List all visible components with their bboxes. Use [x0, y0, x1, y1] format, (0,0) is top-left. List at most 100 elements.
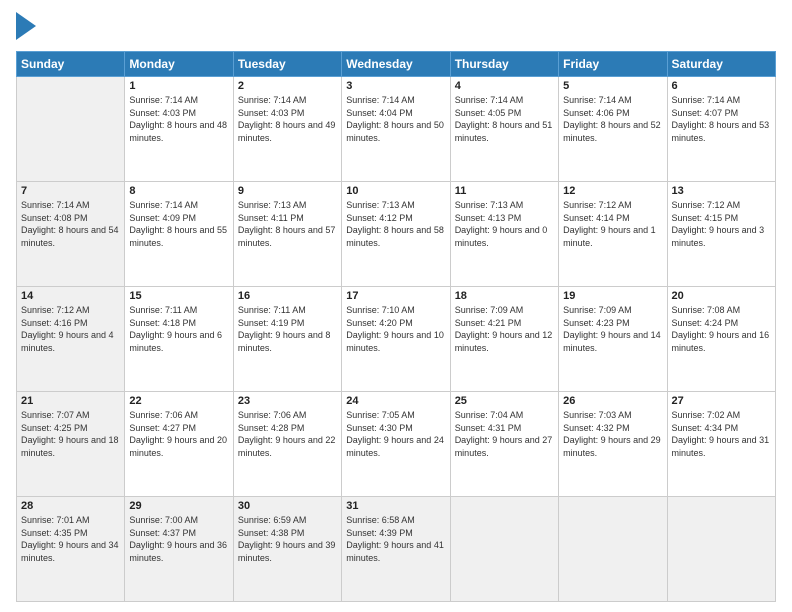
day-number: 24 — [346, 395, 445, 407]
day-info: Sunrise: 7:06 AMSunset: 4:27 PMDaylight:… — [129, 409, 228, 459]
weekday-header-row: SundayMondayTuesdayWednesdayThursdayFrid… — [17, 52, 776, 77]
calendar-cell: 23Sunrise: 7:06 AMSunset: 4:28 PMDayligh… — [233, 392, 341, 497]
day-number: 18 — [455, 290, 554, 302]
day-info: Sunrise: 7:07 AMSunset: 4:25 PMDaylight:… — [21, 409, 120, 459]
calendar-week-2: 14 Sunrise: 7:12 AMSunset: 4:16 PMDayligh… — [17, 287, 776, 392]
calendar-cell: 31Sunrise: 6:58 AMSunset: 4:39 PMDayligh… — [342, 497, 450, 602]
calendar-cell: 3Sunrise: 7:14 AMSunset: 4:04 PMDaylight… — [342, 77, 450, 182]
calendar-cell: 14 Sunrise: 7:12 AMSunset: 4:16 PMDayligh… — [17, 287, 125, 392]
page: SundayMondayTuesdayWednesdayThursdayFrid… — [0, 0, 792, 612]
day-info: Sunrise: 7:13 AMSunset: 4:11 PMDaylight:… — [238, 199, 337, 249]
day-info: Sunrise: 7:14 AMSunset: 4:04 PMDaylight:… — [346, 94, 445, 144]
weekday-header-tuesday: Tuesday — [233, 52, 341, 77]
day-info: Sunrise: 6:58 AMSunset: 4:39 PMDaylight:… — [346, 514, 445, 564]
calendar-week-4: 28 Sunrise: 7:01 AMSunset: 4:35 PMDayligh… — [17, 497, 776, 602]
calendar-cell: 4Sunrise: 7:14 AMSunset: 4:05 PMDaylight… — [450, 77, 558, 182]
calendar-cell — [667, 497, 775, 602]
day-info: Sunrise: 7:06 AMSunset: 4:28 PMDaylight:… — [238, 409, 337, 459]
day-number: 27 — [672, 395, 771, 407]
calendar-week-0: 1 Sunrise: 7:14 AMSunset: 4:03 PMDaylight… — [17, 77, 776, 182]
day-number: 12 — [563, 185, 662, 197]
calendar-cell: 30 Sunrise: 6:59 AMSunset: 4:38 PMDayligh… — [233, 497, 341, 602]
day-number: 13 — [672, 185, 771, 197]
day-info: Sunrise: 7:14 AMSunset: 4:05 PMDaylight:… — [455, 94, 554, 144]
day-number: 5 — [563, 80, 662, 92]
calendar-cell: 18 Sunrise: 7:09 AMSunset: 4:21 PMDayligh… — [450, 287, 558, 392]
day-number: 26 — [563, 395, 662, 407]
calendar-cell: 29 Sunrise: 7:00 AMSunset: 4:37 PMDayligh… — [125, 497, 233, 602]
calendar-cell: 10 Sunrise: 7:13 AMSunset: 4:12 PMDayligh… — [342, 182, 450, 287]
calendar-cell: 8 Sunrise: 7:14 AMSunset: 4:09 PMDaylight… — [125, 182, 233, 287]
calendar-cell: 21 Sunrise: 7:07 AMSunset: 4:25 PMDayligh… — [17, 392, 125, 497]
calendar-cell: 7 Sunrise: 7:14 AMSunset: 4:08 PMDaylight… — [17, 182, 125, 287]
day-info: Sunrise: 7:03 AMSunset: 4:32 PMDaylight:… — [563, 409, 662, 459]
day-info: Sunrise: 7:08 AMSunset: 4:24 PMDaylight:… — [672, 304, 771, 354]
day-number: 30 — [238, 500, 337, 512]
day-number: 10 — [346, 185, 445, 197]
weekday-header-monday: Monday — [125, 52, 233, 77]
day-info: Sunrise: 7:12 AMSunset: 4:15 PMDaylight:… — [672, 199, 771, 249]
day-info: Sunrise: 7:12 AMSunset: 4:16 PMDaylight:… — [21, 304, 120, 354]
day-info: Sunrise: 7:05 AMSunset: 4:30 PMDaylight:… — [346, 409, 445, 459]
calendar-cell: 5 Sunrise: 7:14 AMSunset: 4:06 PMDaylight… — [559, 77, 667, 182]
day-number: 28 — [21, 500, 120, 512]
day-info: Sunrise: 7:01 AMSunset: 4:35 PMDaylight:… — [21, 514, 120, 564]
calendar-cell: 22Sunrise: 7:06 AMSunset: 4:27 PMDayligh… — [125, 392, 233, 497]
calendar-table: SundayMondayTuesdayWednesdayThursdayFrid… — [16, 51, 776, 602]
day-info: Sunrise: 7:11 AMSunset: 4:18 PMDaylight:… — [129, 304, 228, 354]
calendar-cell: 17Sunrise: 7:10 AMSunset: 4:20 PMDayligh… — [342, 287, 450, 392]
logo-icon — [16, 12, 36, 40]
calendar-cell: 20 Sunrise: 7:08 AMSunset: 4:24 PMDayligh… — [667, 287, 775, 392]
day-number: 17 — [346, 290, 445, 302]
calendar-body: 1 Sunrise: 7:14 AMSunset: 4:03 PMDaylight… — [17, 77, 776, 602]
calendar-cell: 15 Sunrise: 7:11 AMSunset: 4:18 PMDayligh… — [125, 287, 233, 392]
day-info: Sunrise: 7:13 AMSunset: 4:12 PMDaylight:… — [346, 199, 445, 249]
calendar-cell: 16 Sunrise: 7:11 AMSunset: 4:19 PMDayligh… — [233, 287, 341, 392]
day-info: Sunrise: 7:09 AMSunset: 4:23 PMDaylight:… — [563, 304, 662, 354]
day-info: Sunrise: 7:14 AMSunset: 4:06 PMDaylight:… — [563, 94, 662, 144]
calendar-cell: 19 Sunrise: 7:09 AMSunset: 4:23 PMDayligh… — [559, 287, 667, 392]
day-number: 1 — [129, 80, 228, 92]
day-info: Sunrise: 6:59 AMSunset: 4:38 PMDaylight:… — [238, 514, 337, 564]
calendar-cell: 11Sunrise: 7:13 AMSunset: 4:13 PMDayligh… — [450, 182, 558, 287]
day-info: Sunrise: 7:14 AMSunset: 4:03 PMDaylight:… — [238, 94, 337, 144]
day-info: Sunrise: 7:14 AMSunset: 4:03 PMDaylight:… — [129, 94, 228, 144]
day-info: Sunrise: 7:12 AMSunset: 4:14 PMDaylight:… — [563, 199, 662, 249]
day-number: 15 — [129, 290, 228, 302]
calendar-cell — [450, 497, 558, 602]
day-info: Sunrise: 7:09 AMSunset: 4:21 PMDaylight:… — [455, 304, 554, 354]
day-number: 2 — [238, 80, 337, 92]
weekday-header-thursday: Thursday — [450, 52, 558, 77]
day-info: Sunrise: 7:14 AMSunset: 4:08 PMDaylight:… — [21, 199, 120, 249]
logo — [16, 12, 60, 45]
day-info: Sunrise: 7:14 AMSunset: 4:09 PMDaylight:… — [129, 199, 228, 249]
calendar-cell — [17, 77, 125, 182]
weekday-header-friday: Friday — [559, 52, 667, 77]
day-info: Sunrise: 7:11 AMSunset: 4:19 PMDaylight:… — [238, 304, 337, 354]
calendar-cell: 1 Sunrise: 7:14 AMSunset: 4:03 PMDaylight… — [125, 77, 233, 182]
calendar-header: SundayMondayTuesdayWednesdayThursdayFrid… — [17, 52, 776, 77]
day-number: 16 — [238, 290, 337, 302]
day-info: Sunrise: 7:02 AMSunset: 4:34 PMDaylight:… — [672, 409, 771, 459]
day-number: 29 — [129, 500, 228, 512]
day-number: 14 — [21, 290, 120, 302]
calendar-cell: 25Sunrise: 7:04 AMSunset: 4:31 PMDayligh… — [450, 392, 558, 497]
calendar-week-1: 7 Sunrise: 7:14 AMSunset: 4:08 PMDaylight… — [17, 182, 776, 287]
calendar-cell: 12 Sunrise: 7:12 AMSunset: 4:14 PMDayligh… — [559, 182, 667, 287]
day-info: Sunrise: 7:04 AMSunset: 4:31 PMDaylight:… — [455, 409, 554, 459]
calendar-week-3: 21 Sunrise: 7:07 AMSunset: 4:25 PMDayligh… — [17, 392, 776, 497]
day-info: Sunrise: 7:14 AMSunset: 4:07 PMDaylight:… — [672, 94, 771, 144]
weekday-header-saturday: Saturday — [667, 52, 775, 77]
calendar-cell: 27 Sunrise: 7:02 AMSunset: 4:34 PMDayligh… — [667, 392, 775, 497]
day-number: 20 — [672, 290, 771, 302]
day-number: 7 — [21, 185, 120, 197]
day-number: 19 — [563, 290, 662, 302]
weekday-header-sunday: Sunday — [17, 52, 125, 77]
day-number: 6 — [672, 80, 771, 92]
day-info: Sunrise: 7:00 AMSunset: 4:37 PMDaylight:… — [129, 514, 228, 564]
logo-text-block — [16, 12, 36, 45]
day-number: 8 — [129, 185, 228, 197]
day-number: 21 — [21, 395, 120, 407]
day-number: 11 — [455, 185, 554, 197]
calendar-cell — [559, 497, 667, 602]
